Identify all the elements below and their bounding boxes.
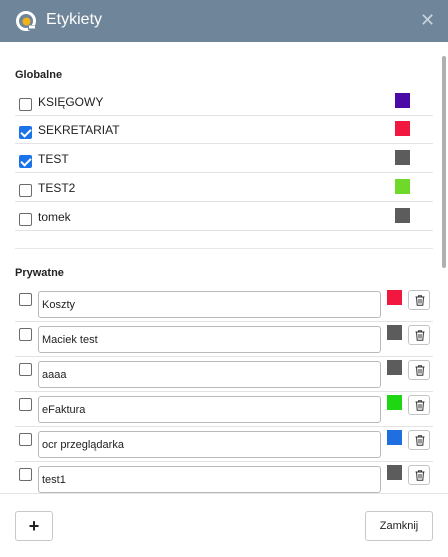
global-label-name: KSIĘGOWY [38, 95, 104, 109]
global-label-checkbox[interactable] [19, 98, 32, 111]
dialog-body: Globalne KSIĘGOWY SEKRETARIAT TEST TEST2… [0, 42, 448, 493]
app-logo-icon [16, 11, 36, 31]
private-label-color-swatch[interactable] [387, 360, 402, 375]
private-section-title: Prywatne [15, 267, 64, 279]
delete-label-button[interactable] [408, 430, 430, 450]
global-label-color-swatch [395, 179, 410, 194]
global-label-name: SEKRETARIAT [38, 123, 120, 137]
global-label-name: tomek [38, 210, 71, 224]
delete-label-button[interactable] [408, 395, 430, 415]
private-label-row [15, 357, 433, 392]
global-label-row: KSIĘGOWY [15, 87, 433, 116]
global-label-checkbox[interactable] [19, 155, 32, 168]
dialog-title: Etykiety [46, 11, 103, 28]
labels-dialog: Etykiety ✕ Globalne KSIĘGOWY SEKRETARIAT… [0, 0, 448, 557]
close-icon[interactable]: ✕ [420, 10, 435, 30]
delete-label-button[interactable] [408, 325, 430, 345]
private-label-color-swatch[interactable] [387, 395, 402, 410]
private-label-name-input[interactable] [38, 326, 381, 353]
private-label-checkbox[interactable] [19, 468, 32, 481]
trash-icon [415, 365, 425, 376]
private-label-color-swatch[interactable] [387, 325, 402, 340]
trash-icon [415, 470, 425, 481]
global-label-color-swatch [395, 208, 410, 223]
global-label-color-swatch [395, 150, 410, 165]
private-label-color-swatch[interactable] [387, 430, 402, 445]
global-label-name: TEST [38, 152, 69, 166]
private-label-name-input[interactable] [38, 361, 381, 388]
private-label-color-swatch[interactable] [387, 290, 402, 305]
add-label-button[interactable]: + [15, 511, 53, 541]
close-button[interactable]: Zamknij [365, 511, 433, 541]
global-label-row: TEST2 [15, 173, 433, 202]
private-label-name-input[interactable] [38, 431, 381, 458]
global-label-color-swatch [395, 93, 410, 108]
dialog-footer: + Zamknij [0, 493, 448, 557]
private-label-name-input[interactable] [38, 291, 381, 318]
delete-label-button[interactable] [408, 290, 430, 310]
private-label-checkbox[interactable] [19, 433, 32, 446]
global-label-checkbox[interactable] [19, 184, 32, 197]
global-label-row: tomek [15, 202, 433, 231]
plus-icon: + [28, 516, 40, 536]
scrollbar[interactable] [442, 56, 446, 268]
delete-label-button[interactable] [408, 360, 430, 380]
global-label-checkbox[interactable] [19, 126, 32, 139]
global-label-row: SEKRETARIAT [15, 115, 433, 144]
global-label-name: TEST2 [38, 181, 76, 195]
private-label-name-input[interactable] [38, 396, 381, 423]
global-label-row: TEST [15, 144, 433, 173]
section-divider [15, 248, 433, 249]
trash-icon [415, 435, 425, 446]
private-label-row [15, 287, 433, 322]
private-label-row [15, 392, 433, 427]
trash-icon [415, 295, 425, 306]
private-label-color-swatch[interactable] [387, 465, 402, 480]
global-label-checkbox[interactable] [19, 213, 32, 226]
global-label-color-swatch [395, 121, 410, 136]
private-label-row [15, 427, 433, 462]
private-label-name-input[interactable] [38, 466, 381, 493]
private-label-checkbox[interactable] [19, 363, 32, 376]
trash-icon [415, 400, 425, 411]
private-label-checkbox[interactable] [19, 398, 32, 411]
private-label-checkbox[interactable] [19, 293, 32, 306]
private-label-row [15, 322, 433, 357]
trash-icon [415, 330, 425, 341]
global-section-title: Globalne [15, 69, 63, 81]
delete-label-button[interactable] [408, 465, 430, 485]
private-label-checkbox[interactable] [19, 328, 32, 341]
private-label-row [15, 462, 433, 493]
dialog-header: Etykiety ✕ [0, 0, 448, 42]
